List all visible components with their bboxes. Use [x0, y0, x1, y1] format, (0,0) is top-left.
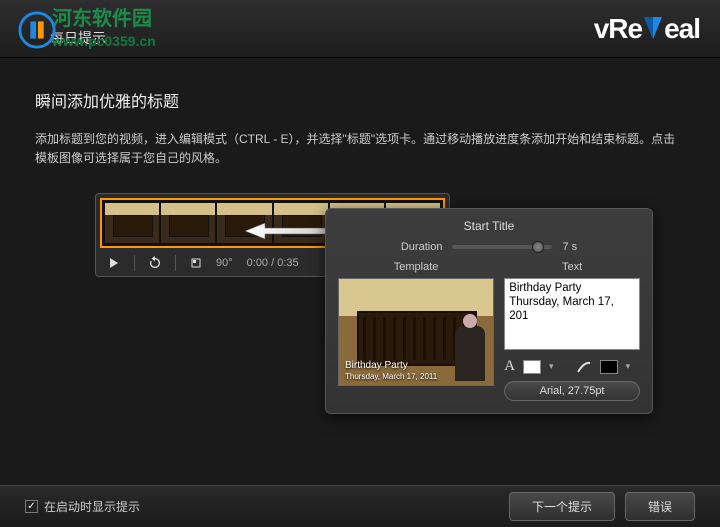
slider-thumb[interactable] — [532, 241, 544, 253]
rotate-button[interactable] — [186, 254, 206, 272]
template-caption: Birthday Party Thursday, March 17, 2011 — [345, 360, 437, 382]
text-color-label: A — [504, 358, 515, 375]
watermark-logo-icon — [18, 11, 56, 49]
brush-icon — [576, 360, 592, 374]
watermark-site: 河东软件园 — [52, 8, 152, 30]
timeline-thumb[interactable] — [105, 203, 159, 243]
timeline-thumb[interactable] — [161, 203, 215, 243]
refresh-button[interactable] — [145, 254, 165, 272]
outline-color-swatch[interactable] — [600, 360, 618, 374]
template-caption-line1: Birthday Party — [345, 360, 437, 372]
rotation-label: 90° — [216, 257, 233, 269]
text-color-dropdown-icon[interactable]: ▾ — [549, 361, 554, 372]
template-caption-line2: Thursday, March 17, 2011 — [345, 372, 437, 382]
error-button[interactable]: 错误 — [625, 492, 695, 521]
footer-bar: ✓ 在启动时显示提示 下一个提示 错误 — [0, 485, 720, 527]
text-color-swatch[interactable] — [523, 360, 541, 374]
play-button[interactable] — [104, 254, 124, 272]
rotate-icon — [190, 257, 202, 269]
timeline-thumb[interactable] — [274, 203, 328, 243]
show-on-startup-checkbox[interactable]: ✓ 在启动时显示提示 — [25, 498, 140, 515]
title-text-input[interactable]: Birthday Party Thursday, March 17, 201 — [504, 278, 640, 350]
watermark-url: www.pc0359.cn — [52, 33, 156, 49]
time-display: 0:00 / 0:35 — [247, 257, 299, 269]
duration-slider[interactable] — [452, 245, 552, 249]
brand-v-icon — [642, 15, 664, 41]
control-divider — [134, 255, 135, 271]
timeline-thumb[interactable] — [217, 203, 271, 243]
brand-logo: vReeal — [594, 13, 700, 45]
duration-label: Duration — [401, 241, 443, 253]
tip-description: 添加标题到您的视频，进入编辑模式（CTRL - E），并选择"标题"选项卡。通过… — [35, 130, 685, 168]
checkbox-icon: ✓ — [25, 500, 38, 513]
demo-illustration: 90° 0:00 / 0:35 Start Title Duration 7 s… — [95, 193, 685, 277]
template-col-label: Template — [338, 261, 494, 273]
checkbox-label: 在启动时显示提示 — [44, 498, 140, 515]
refresh-icon — [148, 256, 162, 270]
tip-title: 瞬间添加优雅的标题 — [35, 88, 685, 112]
content-area: 瞬间添加优雅的标题 添加标题到您的视频，进入编辑模式（CTRL - E），并选择… — [0, 58, 720, 297]
font-picker-button[interactable]: Arial, 27.75pt — [504, 381, 640, 401]
control-divider — [175, 255, 176, 271]
outline-color-dropdown-icon[interactable]: ▾ — [626, 361, 631, 372]
duration-value: 7 s — [562, 241, 577, 253]
play-icon — [109, 258, 119, 268]
watermark-overlay: 河东软件园 www.pc0359.cn — [10, 6, 156, 51]
text-col-label: Text — [504, 261, 640, 273]
text-line1: Birthday Party — [509, 282, 635, 296]
text-tools-row: A ▾ ▾ — [504, 358, 640, 375]
duration-row: Duration 7 s — [338, 241, 640, 253]
text-line2: Thursday, March 17, 201 — [509, 296, 635, 324]
panel-heading: Start Title — [338, 219, 640, 233]
template-preview[interactable]: Birthday Party Thursday, March 17, 2011 — [338, 278, 494, 386]
next-tip-button[interactable]: 下一个提示 — [509, 492, 615, 521]
title-editor-panel: Start Title Duration 7 s Template Birthd… — [325, 208, 653, 414]
